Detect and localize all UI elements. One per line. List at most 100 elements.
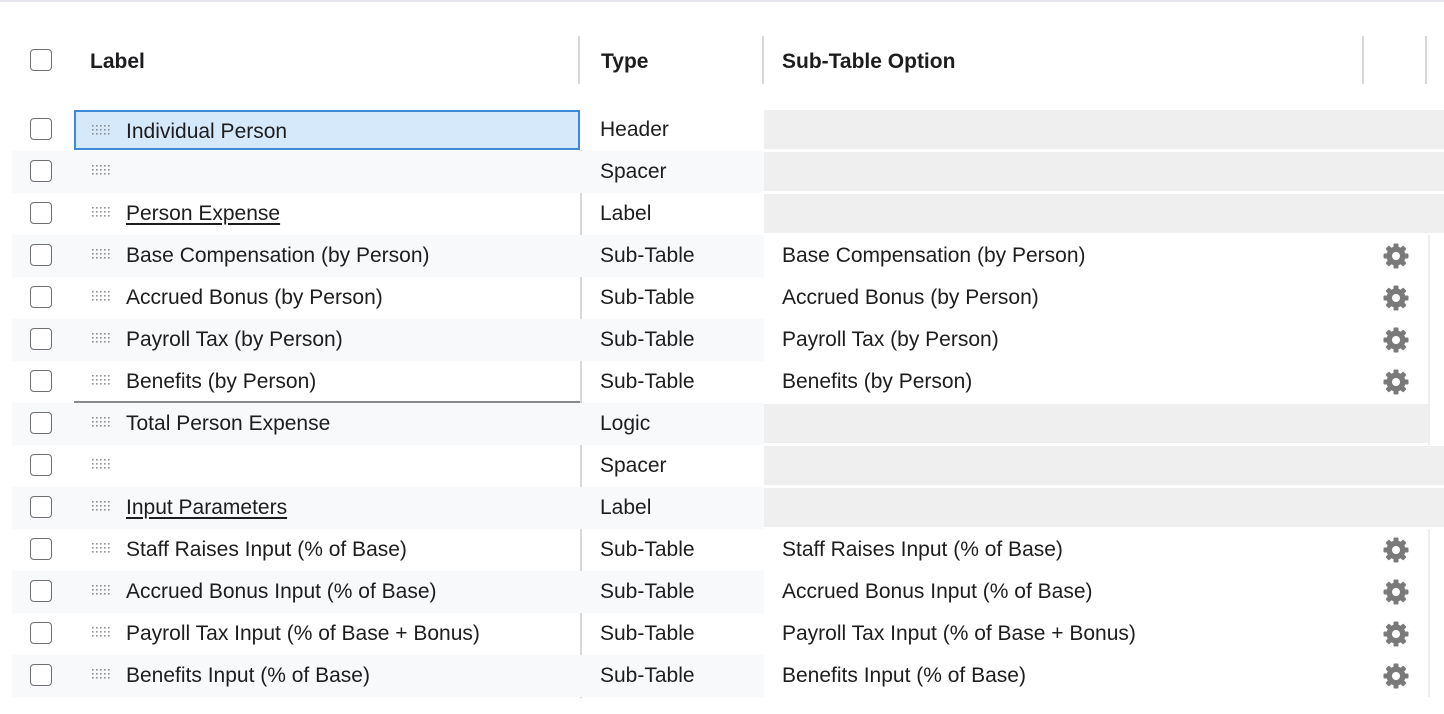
column-header-sub-table-option[interactable]: Sub-Table Option — [782, 36, 955, 88]
table-row[interactable]: Benefits Input (% of Base) Sub-Table Benef… — [0, 655, 1444, 697]
gear-icon[interactable] — [1382, 662, 1410, 690]
row-checkbox[interactable] — [30, 370, 52, 392]
sub-table-option-cell[interactable]: Benefits (by Person) — [764, 362, 1444, 401]
drag-handle-icon[interactable] — [92, 627, 110, 639]
sub-table-option-cell[interactable]: Staff Raises Input (% of Base) — [764, 530, 1444, 569]
row-checkbox[interactable] — [30, 412, 52, 434]
drag-handle-icon[interactable] — [92, 207, 110, 219]
row-checkbox[interactable] — [30, 202, 52, 224]
label-cell[interactable]: Input Parameters — [74, 487, 580, 529]
label-cell[interactable]: Accrued Bonus Input (% of Base) — [74, 571, 580, 613]
row-type[interactable]: Sub-Table — [600, 529, 695, 571]
row-edge-divider — [1428, 361, 1430, 403]
column-resize-handle[interactable] — [1362, 36, 1364, 84]
gear-icon[interactable] — [1382, 326, 1410, 354]
row-checkbox[interactable] — [30, 454, 52, 476]
row-type[interactable]: Header — [600, 109, 669, 151]
table-row[interactable]: Accrued Bonus Input (% of Base) Sub-Table… — [0, 571, 1444, 613]
row-checkbox[interactable] — [30, 538, 52, 560]
drag-handle-icon[interactable] — [92, 375, 110, 387]
label-cell[interactable] — [74, 151, 580, 193]
sub-table-option-value: Payroll Tax Input (% of Base + Bonus) — [782, 622, 1136, 645]
row-checkbox[interactable] — [30, 118, 52, 140]
row-checkbox[interactable] — [30, 580, 52, 602]
table-row[interactable]: Benefits (by Person) Sub-Table Benefits (b… — [0, 361, 1444, 403]
row-label: Staff Raises Input (% of Base) — [126, 538, 407, 561]
drag-handle-icon[interactable] — [92, 501, 110, 513]
row-type[interactable]: Logic — [600, 403, 650, 445]
row-checkbox[interactable] — [30, 496, 52, 518]
row-checkbox[interactable] — [30, 664, 52, 686]
table-row[interactable]: Base Compensation (by Person) Sub-Table Ba… — [0, 235, 1444, 277]
sub-table-option-cell[interactable]: Payroll Tax Input (% of Base + Bonus) — [764, 614, 1444, 653]
label-cell[interactable] — [74, 445, 580, 487]
row-checkbox[interactable] — [30, 286, 52, 308]
label-cell[interactable]: Base Compensation (by Person) — [74, 235, 580, 277]
row-type[interactable]: Sub-Table — [600, 235, 695, 277]
label-cell[interactable]: Individual Person — [74, 110, 580, 150]
label-cell[interactable]: Total Person Expense — [74, 403, 580, 445]
drag-handle-icon[interactable] — [92, 165, 110, 177]
row-checkbox[interactable] — [30, 160, 52, 182]
gear-icon[interactable] — [1382, 242, 1410, 270]
row-type[interactable]: Sub-Table — [600, 655, 695, 697]
label-cell[interactable]: Payroll Tax Input (% of Base + Bonus) — [74, 613, 580, 655]
drag-handle-icon[interactable] — [92, 333, 110, 345]
sub-table-option-cell[interactable]: Accrued Bonus (by Person) — [764, 278, 1444, 317]
row-checkbox[interactable] — [30, 244, 52, 266]
table-row[interactable]: Spacer — [0, 445, 1444, 487]
column-header-label[interactable]: Label — [90, 36, 145, 88]
sub-table-option-cell — [764, 194, 1444, 233]
label-cell[interactable]: Payroll Tax (by Person) — [74, 319, 580, 361]
row-type[interactable]: Spacer — [600, 445, 667, 487]
sub-table-option-cell[interactable]: Accrued Bonus Input (% of Base) — [764, 572, 1444, 611]
table-row[interactable]: Payroll Tax (by Person) Sub-Table Payroll … — [0, 319, 1444, 361]
label-cell[interactable]: Accrued Bonus (by Person) — [74, 277, 580, 319]
drag-handle-icon[interactable] — [92, 669, 110, 681]
table-row[interactable]: Payroll Tax Input (% of Base + Bonus) Sub… — [0, 613, 1444, 655]
drag-handle-icon[interactable] — [92, 459, 110, 471]
label-cell[interactable]: Benefits (by Person) — [74, 361, 580, 403]
table-row[interactable]: Person Expense Label — [0, 193, 1444, 235]
row-type[interactable]: Spacer — [600, 151, 667, 193]
table-row[interactable]: Total Person Expense Logic — [0, 403, 1444, 445]
column-resize-handle[interactable] — [1425, 36, 1427, 84]
sub-table-option-cell[interactable]: Benefits Input (% of Base) — [764, 656, 1444, 695]
sub-table-option-cell[interactable]: Base Compensation (by Person) — [764, 236, 1444, 275]
gear-icon[interactable] — [1382, 284, 1410, 312]
sub-table-option-value: Benefits (by Person) — [782, 370, 973, 393]
gear-icon[interactable] — [1382, 620, 1410, 648]
column-resize-handle[interactable] — [762, 36, 764, 84]
sub-table-option-cell[interactable]: Payroll Tax (by Person) — [764, 320, 1444, 359]
row-type[interactable]: Sub-Table — [600, 361, 695, 403]
label-cell[interactable]: Benefits Input (% of Base) — [74, 655, 580, 697]
table-row[interactable]: Accrued Bonus (by Person) Sub-Table Accrue… — [0, 277, 1444, 319]
row-checkbox[interactable] — [30, 622, 52, 644]
drag-handle-icon[interactable] — [92, 125, 110, 137]
table-row[interactable]: Spacer — [0, 151, 1444, 193]
row-type[interactable]: Sub-Table — [600, 571, 695, 613]
drag-handle-icon[interactable] — [92, 585, 110, 597]
gear-icon[interactable] — [1382, 536, 1410, 564]
row-checkbox[interactable] — [30, 328, 52, 350]
row-type[interactable]: Label — [600, 487, 651, 529]
label-cell[interactable]: Person Expense — [74, 193, 580, 235]
drag-handle-icon[interactable] — [92, 291, 110, 303]
gear-icon[interactable] — [1382, 578, 1410, 606]
drag-handle-icon[interactable] — [92, 249, 110, 261]
row-type[interactable]: Sub-Table — [600, 613, 695, 655]
select-all-checkbox[interactable] — [30, 49, 52, 71]
drag-handle-icon[interactable] — [92, 543, 110, 555]
column-resize-handle[interactable] — [578, 36, 580, 84]
drag-handle-icon[interactable] — [92, 417, 110, 429]
gear-icon[interactable] — [1382, 368, 1410, 396]
table-row[interactable]: Input Parameters Label — [0, 487, 1444, 529]
row-edge-divider — [1428, 403, 1430, 445]
table-row[interactable]: Individual Person Header — [0, 109, 1444, 151]
column-header-type[interactable]: Type — [601, 36, 648, 88]
label-cell[interactable]: Staff Raises Input (% of Base) — [74, 529, 580, 571]
table-row[interactable]: Staff Raises Input (% of Base) Sub-Table S… — [0, 529, 1444, 571]
row-type[interactable]: Label — [600, 193, 651, 235]
row-type[interactable]: Sub-Table — [600, 319, 695, 361]
row-type[interactable]: Sub-Table — [600, 277, 695, 319]
